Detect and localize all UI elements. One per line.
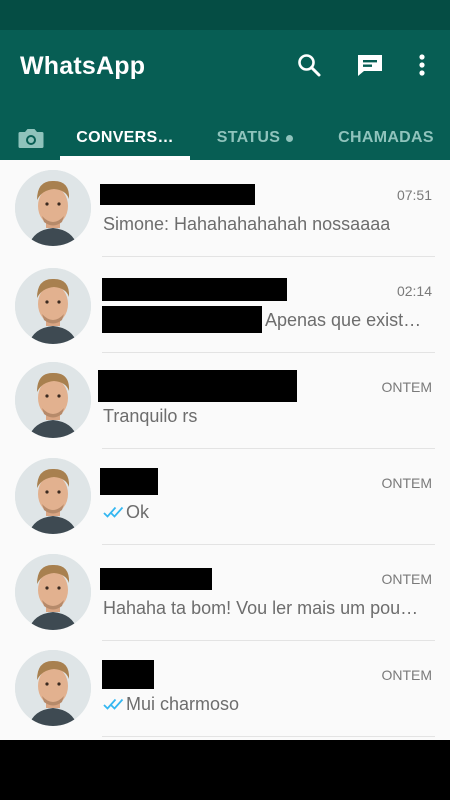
redacted-contact-name [102, 278, 287, 301]
divider [102, 736, 435, 737]
contact-photo [15, 650, 91, 726]
redacted-contact-name [100, 184, 255, 205]
contact-photo [15, 170, 91, 246]
redacted-contact-name [100, 468, 158, 495]
chat-preview: Hahaha ta bom! Vou ler mais um pou… [103, 596, 418, 620]
chat-row[interactable]: 07:51 Simone: Hahahahahahah nossaaaa [0, 160, 450, 257]
app-bar: WhatsApp CONVERS… STATUS CHAMADAS [0, 30, 450, 160]
chat-row[interactable]: ONTEM Tranquilo rs [0, 352, 450, 449]
avatar[interactable] [15, 170, 91, 246]
chat-preview: Simone: Hahahahahahah nossaaaa [103, 212, 390, 236]
avatar[interactable] [15, 458, 91, 534]
chat-preview: Apenas que exist… [265, 308, 421, 332]
tab-bar: CONVERS… STATUS CHAMADAS [0, 116, 450, 160]
contact-photo [15, 362, 91, 438]
contact-photo [15, 458, 91, 534]
status-unseen-dot [286, 134, 294, 142]
tab-conversas[interactable]: CONVERS… [60, 116, 190, 160]
double-check-read-icon [103, 506, 124, 518]
redacted-sender-name [102, 306, 262, 333]
double-check-read-icon [103, 698, 124, 710]
chat-time: ONTEM [381, 571, 432, 587]
chat-preview-text: Tranquilo rs [103, 405, 198, 426]
avatar[interactable] [15, 554, 91, 630]
navigation-bar-area [0, 740, 450, 800]
more-vert-icon[interactable] [407, 50, 437, 80]
tab-conversas-label: CONVERS… [76, 129, 174, 146]
chat-preview-text: Simone: Hahahahahahah nossaaaa [103, 213, 391, 234]
tab-status[interactable]: STATUS [200, 116, 310, 160]
contact-photo [15, 268, 91, 344]
avatar[interactable] [15, 650, 91, 726]
tab-chamadas-label: CHAMADAS [338, 129, 434, 146]
chat-preview-text: Apenas que exist… [265, 309, 422, 330]
tab-chamadas[interactable]: CHAMADAS [322, 116, 450, 160]
chat-preview: Ok [103, 500, 149, 524]
chat-row[interactable]: 02:14 Apenas que exist… [0, 256, 450, 353]
redacted-contact-name [100, 568, 212, 590]
chat-preview-text: Hahaha ta bom! Vou ler mais um pou… [103, 597, 419, 618]
tab-camera[interactable] [10, 116, 52, 160]
chat-time: 02:14 [396, 283, 432, 299]
chat-time: 07:51 [396, 187, 432, 203]
camera-icon [18, 129, 44, 148]
chat-row[interactable]: ONTEM Mui charmoso [0, 640, 450, 737]
chat-row[interactable]: ONTEM Hahaha ta bom! Vou ler mais um pou… [0, 544, 450, 641]
chat-preview-text: Mui charmoso [126, 693, 240, 714]
tab-status-label: STATUS [216, 129, 281, 146]
avatar[interactable] [15, 362, 91, 438]
avatar[interactable] [15, 268, 91, 344]
chat-preview: Mui charmoso [103, 692, 239, 716]
app-title: WhatsApp [20, 52, 146, 80]
chat-time: ONTEM [381, 379, 432, 395]
search-icon[interactable] [294, 50, 324, 80]
chat-time: ONTEM [381, 475, 432, 491]
chat-time: ONTEM [381, 667, 432, 683]
contact-photo [15, 554, 91, 630]
chat-preview-text: Ok [126, 501, 150, 522]
redacted-contact-name [102, 660, 154, 689]
new-chat-icon[interactable] [355, 50, 385, 80]
chat-preview: Tranquilo rs [103, 404, 197, 428]
chat-row[interactable]: ONTEM Ok [0, 448, 450, 545]
chat-list: 07:51 Simone: Hahahahahahah nossaaaa 02:… [0, 160, 450, 740]
system-status-bar [0, 0, 450, 30]
redacted-contact-name [98, 370, 297, 402]
